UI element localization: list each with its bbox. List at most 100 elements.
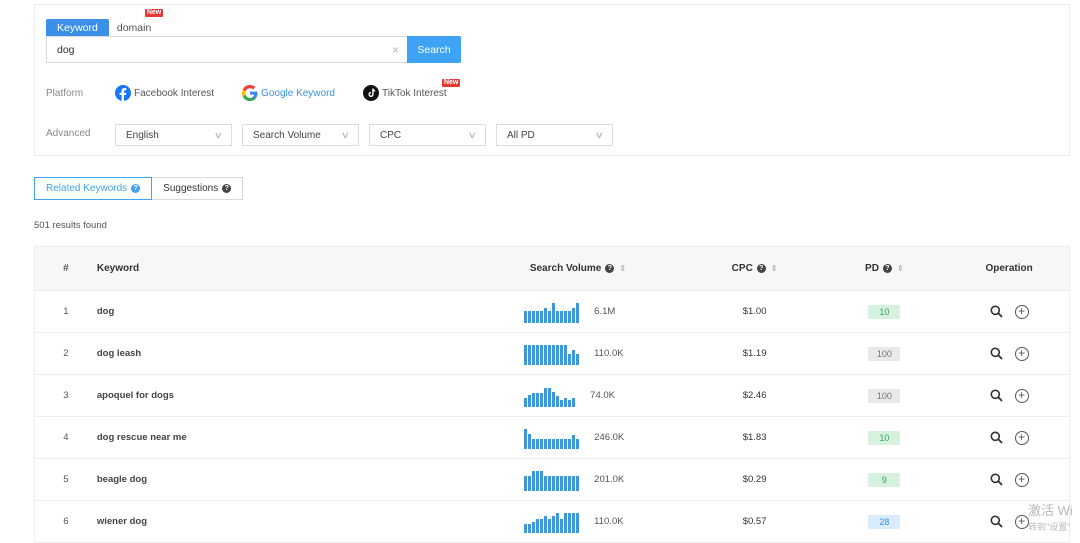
new-badge: New bbox=[144, 9, 164, 17]
sort-icon[interactable]: ⇕ bbox=[771, 264, 778, 272]
trend-bar bbox=[540, 310, 544, 323]
platform-tiktok-label: TikTok Interest bbox=[381, 87, 447, 99]
add-circle-icon[interactable]: + bbox=[1014, 388, 1029, 403]
trend-bar bbox=[528, 433, 532, 449]
add-circle-icon[interactable]: + bbox=[1014, 304, 1029, 319]
trend-bar bbox=[556, 475, 560, 491]
header-pd[interactable]: PD ? ⇕ bbox=[819, 263, 949, 274]
tab-related-keywords[interactable]: Related Keywords ? bbox=[34, 177, 153, 200]
search-panel: Keyword domain New × Search Platform Fac… bbox=[34, 4, 1070, 156]
search-input[interactable] bbox=[47, 37, 407, 62]
header-search-volume[interactable]: Search Volume ? ⇕ bbox=[466, 263, 690, 274]
header-cpc[interactable]: CPC ? ⇕ bbox=[690, 263, 820, 274]
trend-bar bbox=[552, 302, 556, 323]
trend-bar bbox=[576, 438, 580, 449]
trend-bar bbox=[552, 438, 556, 449]
row-keyword[interactable]: wiener dog bbox=[97, 516, 466, 527]
platform-facebook-interest[interactable]: Facebook Interest bbox=[115, 85, 214, 101]
watermark-line2: 转到"设置" bbox=[1028, 522, 1071, 532]
close-icon[interactable]: × bbox=[392, 43, 399, 57]
trend-bar bbox=[528, 475, 532, 491]
tab-keyword[interactable]: Keyword bbox=[46, 19, 109, 37]
search-icon[interactable] bbox=[990, 473, 1003, 486]
trend-bar bbox=[536, 470, 540, 491]
search-icon[interactable] bbox=[990, 515, 1003, 528]
trend-bar bbox=[568, 399, 572, 407]
search-icon[interactable] bbox=[990, 431, 1003, 444]
trend-bar bbox=[556, 310, 560, 323]
search-bar: × Search bbox=[46, 36, 461, 63]
table-body: 1 dog 6.1M $1.00 10 +2 dog leash 110.0K $1.19 100… bbox=[35, 291, 1069, 543]
trend-bar bbox=[528, 310, 532, 323]
trend-bar bbox=[560, 438, 564, 449]
help-icon[interactable]: ? bbox=[882, 264, 892, 273]
keywords-table: # Keyword Search Volume ? ⇕ CPC ? ⇕ PD ?… bbox=[34, 246, 1070, 543]
sort-icon[interactable]: ⇕ bbox=[897, 264, 904, 272]
cpc-select[interactable]: CPC ∨ bbox=[369, 124, 486, 146]
trend-bar bbox=[572, 397, 576, 407]
tab-suggestions[interactable]: Suggestions ? bbox=[152, 177, 244, 200]
tab-domain[interactable]: domain New bbox=[109, 9, 164, 37]
advanced-filters: English ∨ Search Volume ∨ CPC ∨ All PD ∨ bbox=[115, 124, 623, 146]
trend-sparkline bbox=[524, 511, 580, 533]
row-number: 3 bbox=[63, 390, 69, 401]
pd-badge: 100 bbox=[868, 388, 901, 403]
search-icon[interactable] bbox=[990, 305, 1003, 318]
row-pd: 10 bbox=[819, 430, 949, 445]
results-count: 501 results found bbox=[34, 220, 107, 231]
search-button[interactable]: Search bbox=[407, 36, 461, 63]
sort-icon[interactable]: ⇕ bbox=[619, 264, 626, 272]
trend-bar bbox=[544, 307, 548, 323]
trend-bar bbox=[540, 470, 544, 491]
trend-bar bbox=[524, 310, 528, 323]
search-volume-select[interactable]: Search Volume ∨ bbox=[242, 124, 359, 146]
row-keyword[interactable]: beagle dog bbox=[97, 474, 466, 485]
help-icon[interactable]: ? bbox=[131, 184, 141, 193]
trend-bar bbox=[524, 397, 528, 407]
result-tabs: Related Keywords ? Suggestions ? bbox=[34, 177, 244, 200]
trend-bar bbox=[568, 512, 572, 533]
search-icon[interactable] bbox=[990, 389, 1003, 402]
row-pd: 9 bbox=[819, 472, 949, 487]
trend-bar bbox=[524, 428, 528, 449]
trend-bar bbox=[556, 438, 560, 449]
language-select[interactable]: English ∨ bbox=[115, 124, 232, 146]
platform-tiktok-interest[interactable]: TikTok Interest New bbox=[362, 79, 461, 101]
row-keyword[interactable]: apoquel for dogs bbox=[97, 390, 466, 401]
advanced-label: Advanced bbox=[46, 128, 91, 139]
add-circle-icon[interactable]: + bbox=[1014, 346, 1029, 361]
row-search-volume: 246.0K bbox=[466, 427, 690, 449]
trend-bar bbox=[536, 344, 540, 365]
help-icon[interactable]: ? bbox=[222, 184, 232, 193]
help-icon[interactable]: ? bbox=[605, 264, 615, 273]
row-number: 5 bbox=[63, 474, 69, 485]
row-keyword[interactable]: dog rescue near me bbox=[97, 432, 466, 443]
row-keyword[interactable]: dog leash bbox=[97, 348, 466, 359]
table-row: 2 dog leash 110.0K $1.19 100 + bbox=[35, 333, 1069, 375]
trend-bar bbox=[536, 310, 540, 323]
language-select-value: English bbox=[126, 129, 159, 141]
row-search-volume: 110.0K bbox=[466, 343, 690, 365]
chevron-down-icon: ∨ bbox=[595, 129, 605, 140]
platform-google-keyword[interactable]: Google Keyword bbox=[242, 85, 335, 101]
chevron-down-icon: ∨ bbox=[341, 129, 351, 140]
google-icon bbox=[242, 85, 258, 101]
header-num: # bbox=[63, 263, 69, 274]
platform-google-label: Google Keyword bbox=[261, 87, 335, 99]
trend-bar bbox=[576, 512, 580, 533]
add-circle-icon[interactable]: + bbox=[1014, 472, 1029, 487]
row-keyword[interactable]: dog bbox=[97, 306, 466, 317]
help-icon[interactable]: ? bbox=[756, 264, 766, 273]
search-icon[interactable] bbox=[990, 347, 1003, 360]
row-search-volume: 110.0K bbox=[466, 511, 690, 533]
trend-bar bbox=[556, 344, 560, 365]
row-operation: + bbox=[949, 346, 1069, 361]
row-operation: + bbox=[949, 472, 1069, 487]
trend-bar bbox=[560, 310, 564, 323]
pd-select[interactable]: All PD ∨ bbox=[496, 124, 613, 146]
add-circle-icon[interactable]: + bbox=[1014, 514, 1029, 529]
add-circle-icon[interactable]: + bbox=[1014, 430, 1029, 445]
trend-bar bbox=[552, 515, 556, 533]
watermark-line1: 激活 Wi bbox=[1028, 503, 1073, 518]
trend-bar bbox=[548, 387, 552, 407]
